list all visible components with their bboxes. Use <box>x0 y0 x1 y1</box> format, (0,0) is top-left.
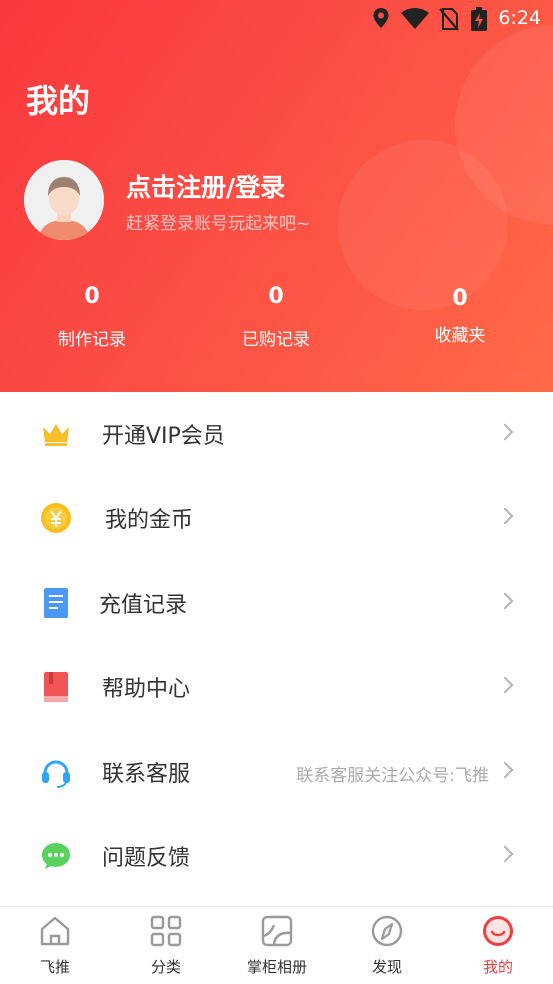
stat-value: 0 <box>268 284 284 309</box>
album-icon <box>261 915 293 947</box>
document-icon <box>44 588 68 618</box>
stat-label: 制作记录 <box>58 330 126 350</box>
stat-favorites[interactable]: 0 收藏夹 <box>385 286 535 346</box>
tab-label: 发现 <box>371 958 402 976</box>
menu-item-customer-service[interactable]: 联系客服 联系客服关注公众号:飞推 <box>0 730 553 814</box>
menu-item-help-center[interactable]: 帮助中心 <box>0 645 553 729</box>
tab-album[interactable]: 掌柜相册 <box>222 907 332 984</box>
tab-mine[interactable]: 我的 <box>443 907 553 984</box>
tab-label: 分类 <box>150 958 181 976</box>
tab-home[interactable]: 飞推 <box>0 907 110 984</box>
stat-label: 已购记录 <box>242 330 310 350</box>
grid-icon <box>150 915 182 947</box>
smile-icon <box>483 916 513 946</box>
status-bar: 6:24 <box>0 0 553 38</box>
stat-value: 0 <box>84 284 100 309</box>
home-icon <box>40 916 70 946</box>
menu-label: 问题反馈 <box>102 846 191 871</box>
book-icon <box>44 672 68 702</box>
profile-header: 6:24 我的 点击注册/登录 赶紧登录账号玩起来吧~ 0 制作记录 0 已购记… <box>0 0 553 392</box>
stat-purchase-records[interactable]: 0 已购记录 <box>201 284 351 350</box>
stat-label: 收藏夹 <box>434 326 486 346</box>
menu-item-feedback[interactable]: 问题反馈 <box>0 814 553 898</box>
user-avatar-icon <box>24 160 104 240</box>
compass-icon <box>371 915 403 947</box>
login-register-link[interactable]: 点击注册/登录 <box>126 168 285 204</box>
coin-icon <box>41 503 71 533</box>
tab-label: 我的 <box>482 958 513 976</box>
menu-label: 我的金币 <box>105 508 194 533</box>
menu-item-coins[interactable]: 我的金币 <box>0 476 553 560</box>
bottom-tab-bar: 飞推 分类 掌柜相册 发现 我的 <box>0 906 553 984</box>
menu-item-vip[interactable]: 开通VIP会员 <box>0 392 553 476</box>
menu-label: 帮助中心 <box>102 677 191 702</box>
menu-label: 开通VIP会员 <box>102 424 225 449</box>
menu-label: 联系客服 <box>102 762 191 787</box>
tab-category[interactable]: 分类 <box>111 907 221 984</box>
page-title: 我的 <box>26 82 91 120</box>
status-time: 6:24 <box>498 7 541 29</box>
stat-value: 0 <box>452 286 468 311</box>
battery-charging-icon <box>471 7 487 31</box>
chevron-right-icon <box>496 845 514 863</box>
menu-label: 充值记录 <box>99 593 188 618</box>
no-sim-icon <box>439 8 459 31</box>
avatar[interactable] <box>24 160 104 240</box>
crown-icon <box>43 424 69 446</box>
tab-discover[interactable]: 发现 <box>332 907 442 984</box>
location-icon <box>373 8 389 28</box>
headset-icon <box>42 760 70 788</box>
chevron-right-icon <box>496 423 514 441</box>
wifi-icon <box>401 8 429 29</box>
stat-creation-records[interactable]: 0 制作记录 <box>17 284 167 350</box>
customer-service-note: 联系客服关注公众号:飞推 <box>296 766 489 786</box>
chevron-right-icon <box>496 676 514 694</box>
chevron-right-icon <box>496 507 514 525</box>
tab-label: 飞推 <box>39 958 70 976</box>
login-subtitle: 赶紧登录账号玩起来吧~ <box>126 214 311 234</box>
tab-label: 掌柜相册 <box>246 958 307 976</box>
menu-item-recharge-records[interactable]: 充值记录 <box>0 561 553 645</box>
chevron-right-icon <box>496 761 514 779</box>
chat-icon <box>42 843 70 869</box>
chevron-right-icon <box>496 592 514 610</box>
